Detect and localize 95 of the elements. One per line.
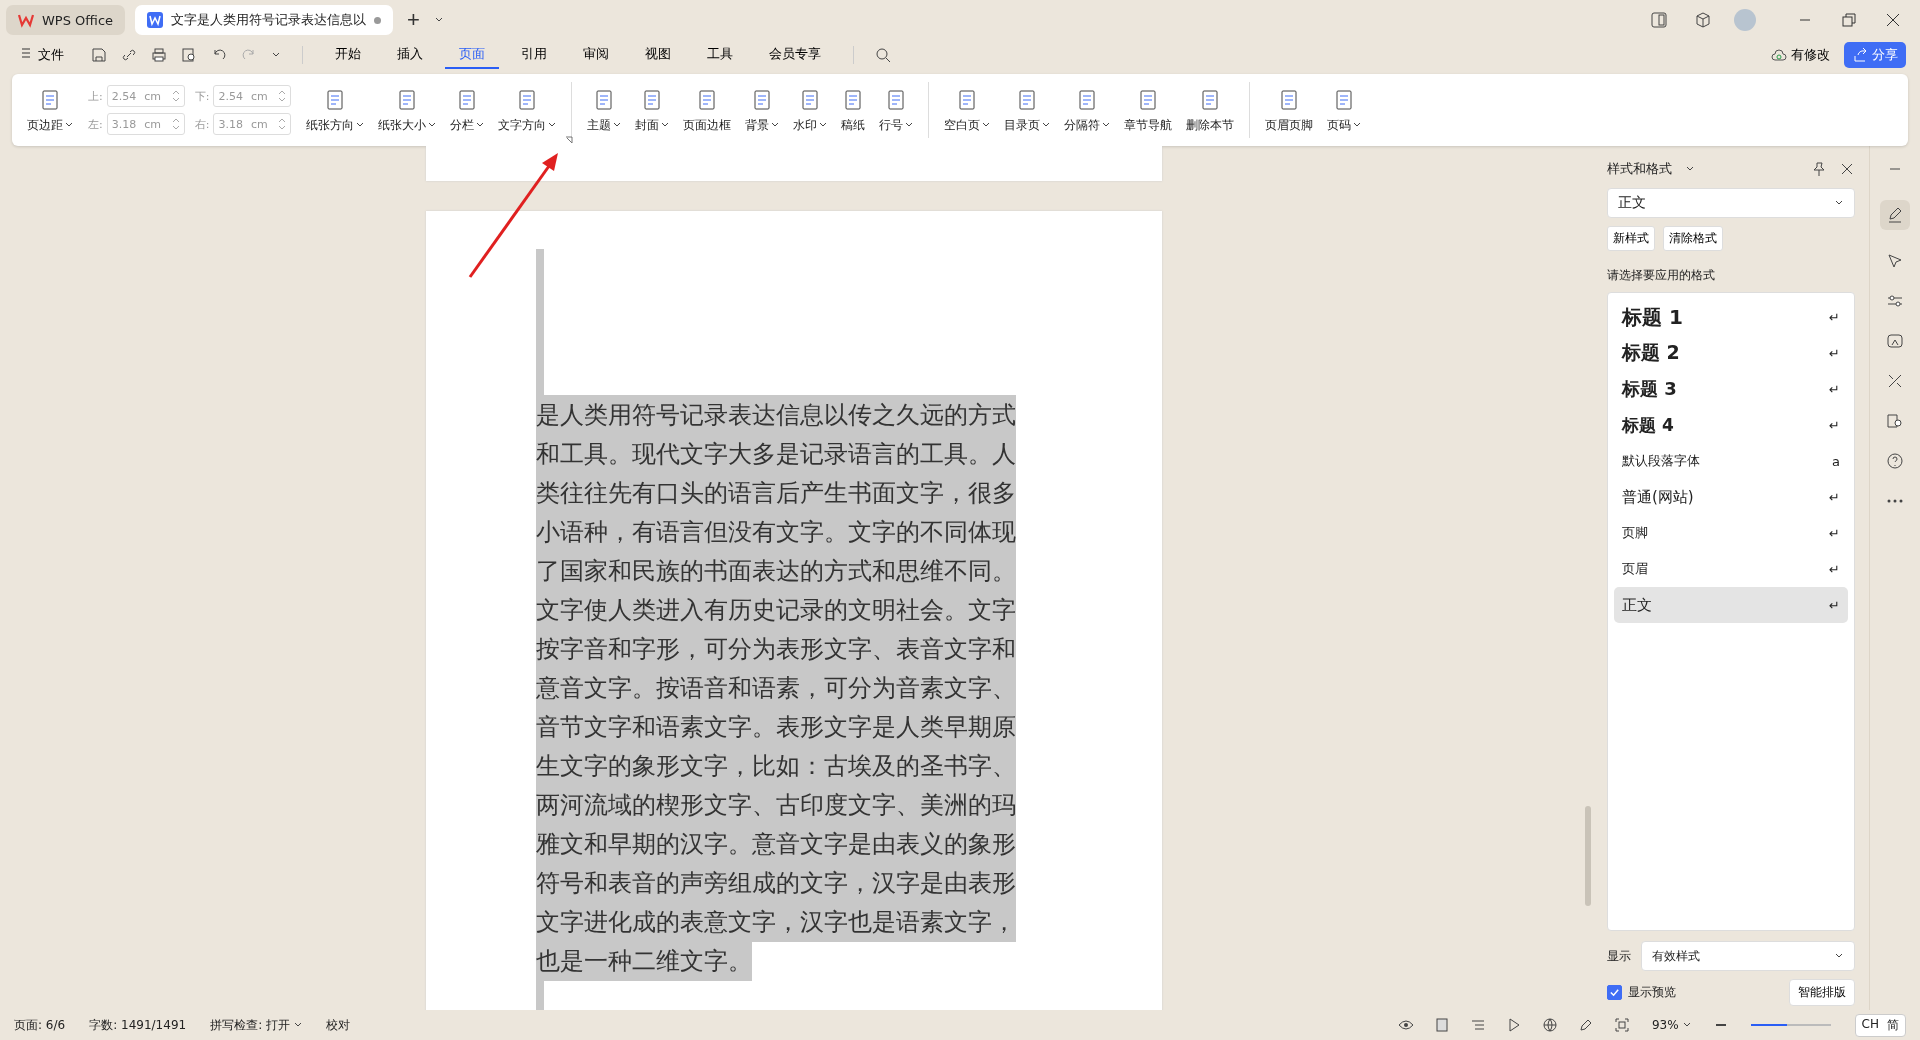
ribbon-button[interactable]: 纸张方向: [301, 83, 370, 137]
menu-icon: [20, 47, 32, 59]
book-search-icon[interactable]: [1886, 412, 1904, 430]
share-button[interactable]: 分享: [1844, 42, 1906, 68]
ribbon-tab[interactable]: 页面: [445, 41, 499, 69]
tab-title: WPS Office: [42, 12, 114, 28]
style-item[interactable]: 默认段落字体 a: [1614, 443, 1848, 479]
ribbon-button[interactable]: 行号: [874, 83, 919, 137]
pointer-icon[interactable]: [1886, 252, 1904, 270]
caret-icon[interactable]: [1686, 165, 1694, 173]
new-tab-button[interactable]: +: [403, 7, 424, 33]
window-tab[interactable]: 文字是人类用符号记录表达信息以: [135, 5, 394, 35]
pin-icon[interactable]: [1811, 161, 1827, 177]
page-count[interactable]: 页面: 6/6: [14, 1016, 66, 1034]
smart-layout-button[interactable]: 智能排版: [1789, 979, 1855, 1006]
margin-label: 上:: [88, 88, 103, 104]
caret-icon[interactable]: [294, 1021, 302, 1029]
show-dropdown[interactable]: 有效样式: [1641, 941, 1855, 971]
ribbon-button[interactable]: 目录页: [999, 83, 1056, 137]
sync-status-button[interactable]: 有修改: [1765, 45, 1836, 65]
wps-logo-icon: [18, 12, 34, 28]
file-menu[interactable]: 文件: [14, 45, 70, 65]
style-action-button[interactable]: 清除格式: [1663, 226, 1723, 251]
ribbon-button[interactable]: 分隔符: [1059, 83, 1116, 137]
ribbon-tab[interactable]: 审阅: [569, 41, 623, 69]
pen-icon[interactable]: [1880, 200, 1910, 230]
print-icon[interactable]: [151, 47, 167, 63]
ribbon-button[interactable]: 封面: [630, 83, 675, 137]
style-dropdown[interactable]: 正文: [1607, 188, 1855, 218]
ribbon-tab[interactable]: 插入: [383, 41, 437, 69]
save-icon[interactable]: [91, 47, 107, 63]
checkbox-label: 显示预览: [1628, 984, 1676, 1001]
close-icon[interactable]: [1839, 161, 1855, 177]
cloud-icon: [1771, 47, 1787, 63]
window-tab[interactable]: WPS Office: [6, 5, 126, 35]
checkbox[interactable]: [1607, 985, 1622, 1000]
style-item[interactable]: 标题 3 ↵: [1614, 371, 1848, 407]
search-icon[interactable]: [875, 47, 891, 63]
ribbon-button[interactable]: 稿纸: [836, 83, 871, 137]
margin-label: 下:: [194, 88, 210, 104]
style-item[interactable]: 正文 ↵: [1614, 587, 1848, 623]
restore-icon[interactable]: [1840, 11, 1858, 29]
ribbon-tab[interactable]: 引用: [507, 41, 561, 69]
ribbon-button[interactable]: 水印: [788, 83, 833, 137]
globe-icon[interactable]: [1541, 1017, 1558, 1033]
input-method-indicator[interactable]: CH 简: [1854, 1013, 1906, 1037]
page-view-icon[interactable]: [1433, 1017, 1450, 1033]
style-item[interactable]: 页脚 ↵: [1614, 515, 1848, 551]
ribbon-tab[interactable]: 会员专享: [755, 41, 835, 69]
sliders-icon[interactable]: [1886, 292, 1904, 310]
spell-check-menu[interactable]: 拼写检查: 打开: [210, 1016, 290, 1034]
panel-hint: 请选择要应用的格式: [1607, 267, 1716, 284]
margin-label: 左:: [88, 116, 103, 132]
word-count[interactable]: 字数: 1491/1491: [89, 1016, 187, 1034]
ribbon-button[interactable]: 章节导航: [1119, 83, 1178, 137]
link-icon[interactable]: [121, 47, 137, 63]
help-icon[interactable]: [1886, 452, 1904, 470]
writer-document-icon: [147, 12, 164, 28]
ribbon-button[interactable]: 空白页: [939, 83, 996, 137]
share-icon: [1852, 47, 1868, 63]
style-action-button[interactable]: 新样式: [1607, 226, 1655, 251]
checkmark-icon: [1609, 987, 1620, 998]
cube-icon[interactable]: [1694, 11, 1712, 29]
style-item[interactable]: 页眉 ↵: [1614, 551, 1848, 587]
phone-layout-icon[interactable]: [1650, 11, 1668, 29]
ribbon-tab[interactable]: 开始: [321, 41, 375, 69]
ribbon-button[interactable]: 主题: [582, 83, 627, 137]
panel-title[interactable]: 样式和格式: [1607, 160, 1672, 178]
ribbon-button[interactable]: 页码: [1322, 83, 1367, 137]
caret-icon[interactable]: [1682, 1021, 1691, 1029]
ribbon-button[interactable]: 纸张大小: [373, 83, 442, 137]
show-label: 显示: [1607, 947, 1631, 965]
dialog-launcher-icon[interactable]: [565, 136, 573, 144]
style-item[interactable]: 标题 1 ↵: [1614, 299, 1848, 335]
ribbon-button[interactable]: 背景: [740, 83, 785, 137]
ribbon-button[interactable]: 页面边框: [678, 83, 737, 137]
ribbon-button[interactable]: 页眉页脚: [1260, 83, 1319, 137]
proofread-button[interactable]: 校对: [326, 1016, 350, 1034]
ribbon-button[interactable]: 分栏: [445, 83, 490, 137]
zoom-level[interactable]: 93%: [1651, 1018, 1679, 1032]
tab-title: 文字是人类用符号记录表达信息以: [171, 11, 367, 29]
margin-label: 右:: [194, 116, 210, 132]
style-item[interactable]: 普通(网站) ↵: [1614, 479, 1848, 515]
ribbon-tab[interactable]: 视图: [631, 41, 685, 69]
print-preview-icon[interactable]: [181, 47, 197, 63]
ribbon-tab[interactable]: 工具: [693, 41, 747, 69]
pen-icon[interactable]: [1577, 1017, 1594, 1033]
eye-icon[interactable]: [1397, 1017, 1414, 1033]
close-icon[interactable]: [1884, 11, 1902, 29]
style-item[interactable]: 标题 4 ↵: [1614, 407, 1848, 443]
fit-screen-icon[interactable]: [1613, 1017, 1630, 1033]
ribbon-button[interactable]: 删除本节: [1181, 83, 1240, 137]
ribbon-button[interactable]: 文字方向: [493, 83, 562, 137]
ribbon-button[interactable]: 页边距: [22, 83, 78, 137]
style-item[interactable]: 标题 2 ↵: [1614, 335, 1848, 371]
